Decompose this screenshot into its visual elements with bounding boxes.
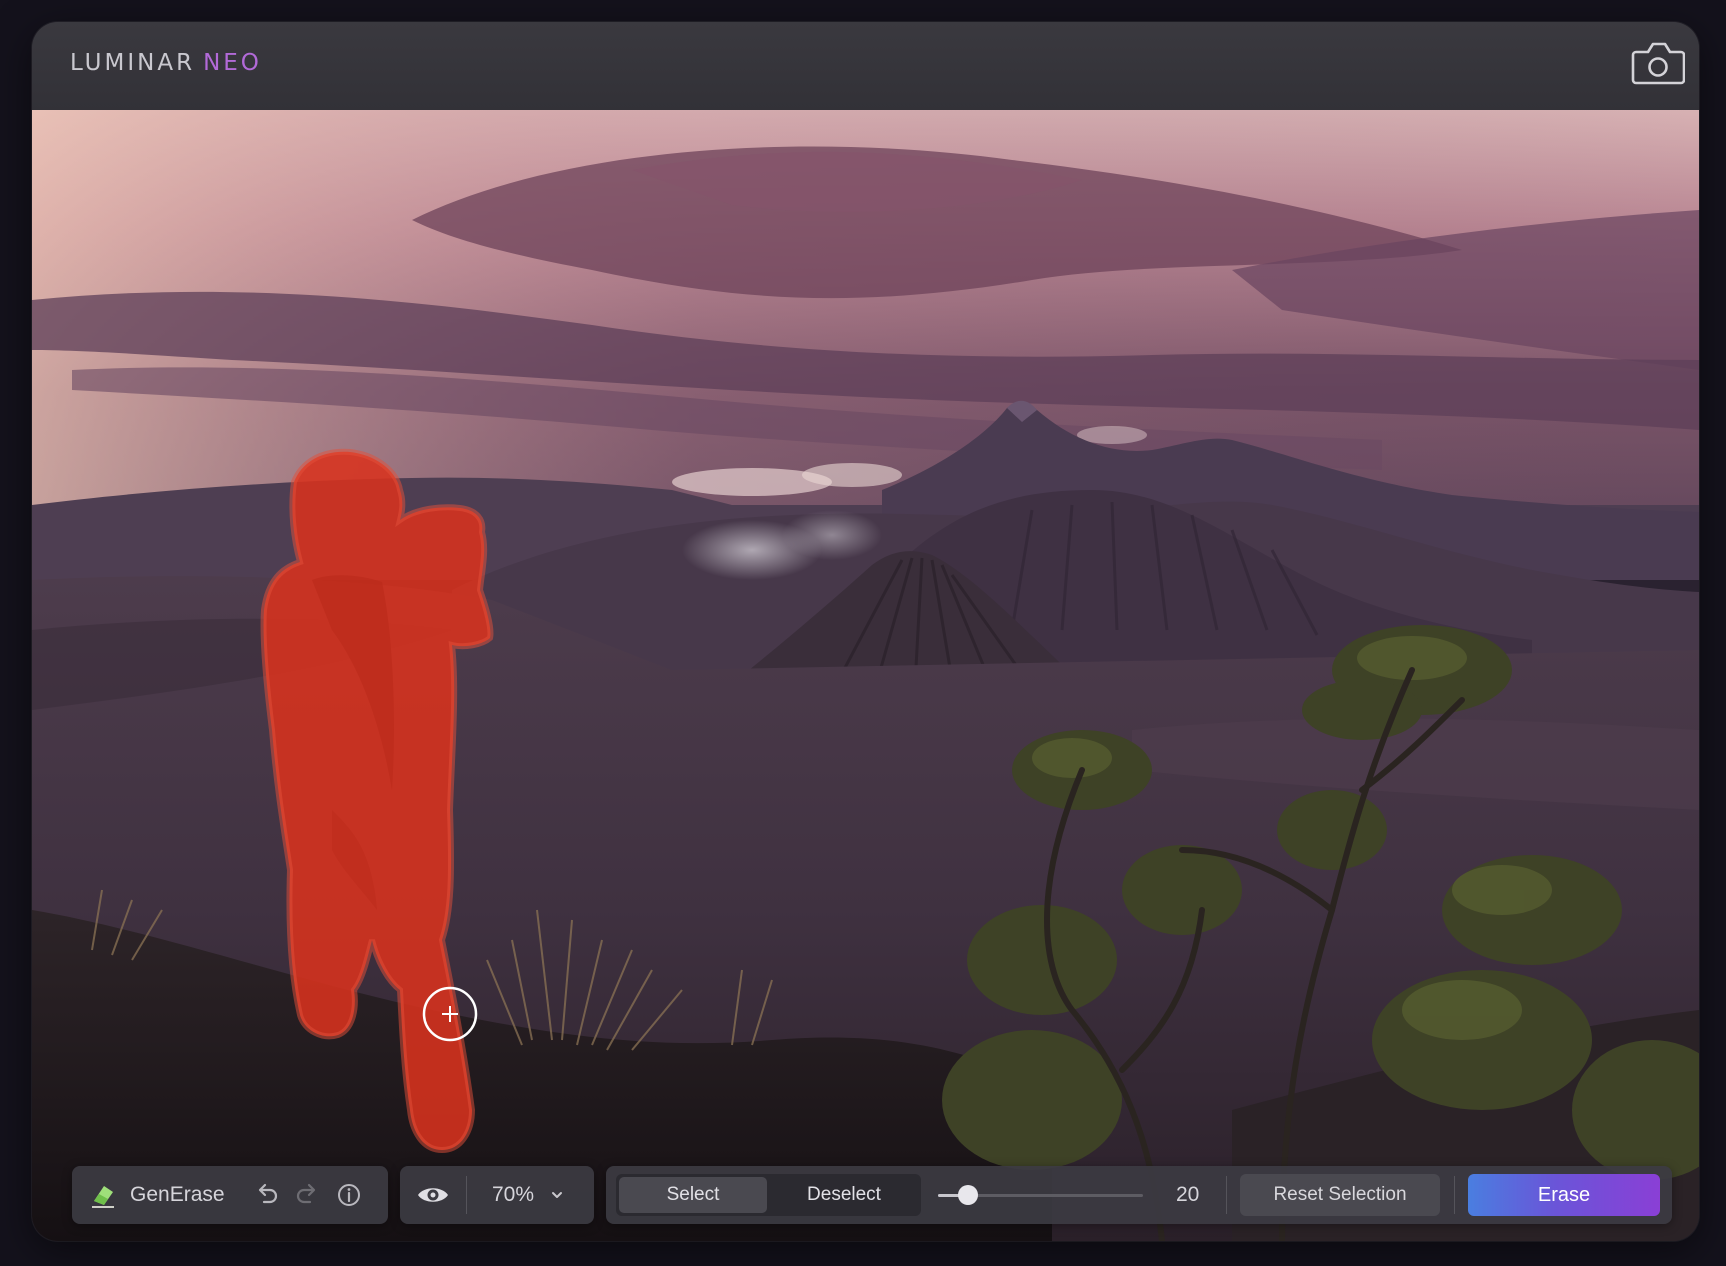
select-mode-toggle: Select Deselect xyxy=(616,1174,921,1216)
app-window: LUMINAR NEO GenErase 70% Select Deselect… xyxy=(32,22,1699,1241)
title-bar: LUMINAR NEO xyxy=(32,22,1699,110)
camera-icon[interactable] xyxy=(1631,40,1686,86)
select-button[interactable]: Select xyxy=(619,1177,767,1213)
zoom-value: 70% xyxy=(492,1183,535,1206)
landscape-photo xyxy=(32,110,1699,1241)
photo-canvas[interactable] xyxy=(32,110,1699,1241)
brush-crosshair-icon xyxy=(421,985,479,1043)
deselect-button[interactable]: Deselect xyxy=(770,1177,918,1213)
view-divider xyxy=(466,1176,467,1214)
chevron-down-icon xyxy=(550,1188,564,1202)
redo-icon[interactable] xyxy=(292,1180,322,1210)
logo-main-text: LUMINAR xyxy=(70,50,196,76)
reset-selection-button[interactable]: Reset Selection xyxy=(1240,1174,1440,1216)
brush-size-slider-handle[interactable] xyxy=(958,1185,978,1205)
erase-button[interactable]: Erase xyxy=(1468,1174,1660,1216)
eraser-icon xyxy=(88,1180,118,1210)
erase-divider xyxy=(1454,1176,1455,1214)
app-logo: LUMINAR NEO xyxy=(70,50,262,76)
eye-icon[interactable] xyxy=(416,1180,450,1210)
brush-size-value: 20 xyxy=(1176,1183,1200,1206)
undo-icon[interactable] xyxy=(252,1180,282,1210)
view-panel: 70% xyxy=(400,1166,594,1224)
info-icon[interactable] xyxy=(334,1180,364,1210)
logo-accent-text: NEO xyxy=(203,50,262,76)
selection-panel: Select Deselect 20 Reset Selection Erase xyxy=(606,1166,1672,1224)
tool-name: GenErase xyxy=(130,1183,225,1206)
zoom-dropdown[interactable]: 70% xyxy=(492,1166,582,1224)
selection-divider xyxy=(1226,1176,1227,1214)
tool-panel: GenErase xyxy=(72,1166,388,1224)
